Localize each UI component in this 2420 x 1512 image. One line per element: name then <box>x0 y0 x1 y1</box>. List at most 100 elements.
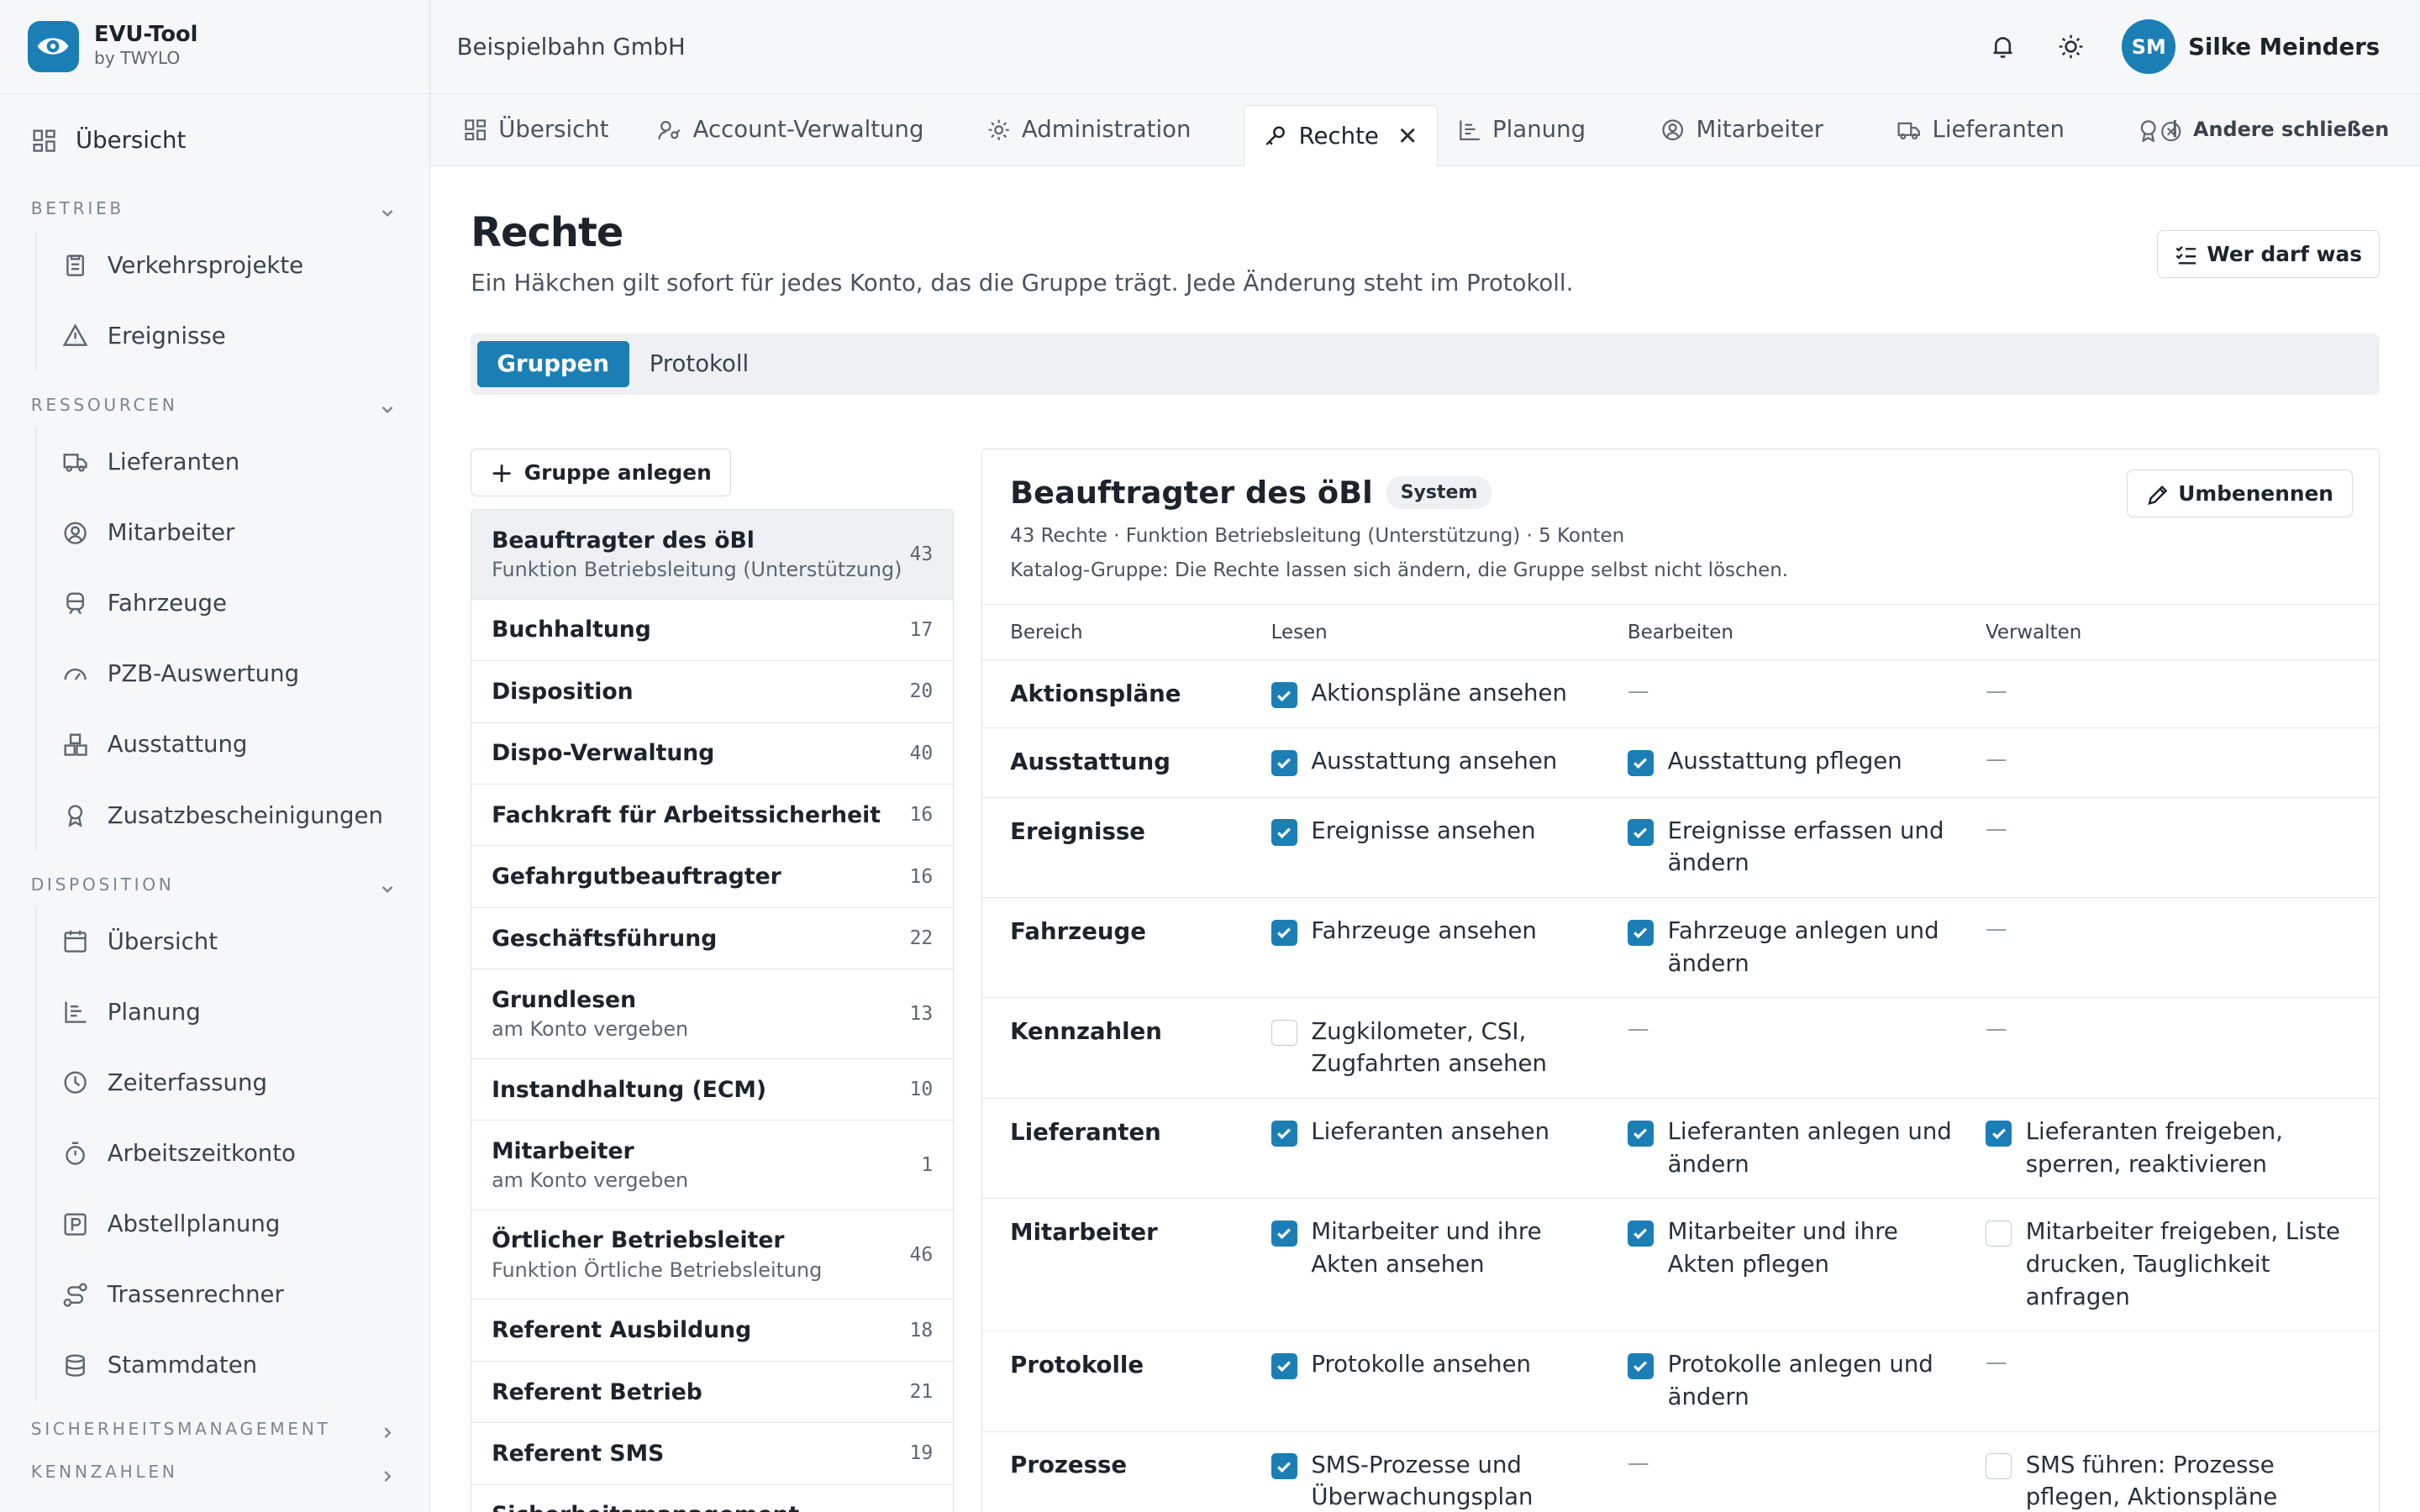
checkbox-checked[interactable] <box>1627 1120 1655 1147</box>
permission-checkbox-label[interactable]: Ausstattung pflegen <box>1627 745 1986 778</box>
sidebar-item-verkehrsprojekte[interactable]: Verkehrsprojekte <box>36 230 429 301</box>
permission-text: SMS führen: Prozesse pflegen, Aktionsplä… <box>2025 1451 2278 1511</box>
sidebar-section-betrieb[interactable]: BETRIEB <box>0 186 429 229</box>
checkbox-checked[interactable] <box>1270 749 1297 776</box>
close-icon[interactable]: ✕ <box>1397 122 1418 150</box>
permission-checkbox-label[interactable]: Mitarbeiter und ihre Akten pflegen <box>1627 1215 1986 1280</box>
sun-icon[interactable] <box>2054 29 2087 63</box>
tab-label: Administration <box>1021 116 1192 144</box>
sidebar-item-ausstattung[interactable]: Ausstattung <box>36 709 429 780</box>
permission-checkbox-label[interactable]: Ereignisse ansehen <box>1270 815 1628 848</box>
sidebar-item-ereignisse[interactable]: Ereignisse <box>36 301 429 371</box>
checkbox-unchecked[interactable] <box>1270 1020 1297 1047</box>
tab-account-verwaltung[interactable]: Account-Verwaltung <box>657 94 923 165</box>
sidebar-item-fahrzeuge[interactable]: Fahrzeuge <box>36 568 429 638</box>
group-list-item[interactable]: Beauftragter des öBl Funktion Betriebslei… <box>471 510 954 600</box>
sidebar-item-planung[interactable]: Planung <box>36 977 429 1047</box>
bell-icon[interactable] <box>1986 29 2019 63</box>
group-list-item[interactable]: Instandhaltung (ECM) 10 <box>471 1058 954 1121</box>
rename-button[interactable]: Umbenennen <box>2126 470 2353 518</box>
sidebar-group: Lieferanten Mitarbeiter Fahrzeuge PZB-Auswe… <box>35 426 429 851</box>
checkbox-unchecked[interactable] <box>1985 1453 2012 1480</box>
group-list-item[interactable]: Fachkraft für Arbeitssicherheit 16 <box>471 784 954 847</box>
permission-checkbox-label[interactable]: Mitarbeiter und ihre Akten ansehen <box>1270 1215 1628 1280</box>
tab-mitarbeiter[interactable]: Mitarbeiter <box>1660 94 1823 165</box>
sidebar-item-zusatzbescheinigungen[interactable]: Zusatzbescheinigungen <box>36 780 429 851</box>
permission-checkbox-label[interactable]: Mitarbeiter freigeben, Liste drucken, Ta… <box>1985 1215 2379 1313</box>
group-list-item[interactable]: Referent SMS 19 <box>471 1423 954 1485</box>
badge-icon <box>62 802 88 828</box>
permission-checkbox-label[interactable]: Lieferanten anlegen und ändern <box>1627 1116 1986 1180</box>
sidebar-item-zeiterfassung[interactable]: Zeiterfassung <box>36 1047 429 1118</box>
segment-gruppen[interactable]: Gruppen <box>476 340 629 387</box>
group-list-item[interactable]: Örtlicher Betriebsleiter Funktion Örtlich… <box>471 1210 954 1300</box>
group-subtitle: am Konto vergeben <box>492 1017 689 1042</box>
checkbox-checked[interactable] <box>1270 1352 1297 1380</box>
checkbox-checked[interactable] <box>1270 919 1297 946</box>
sidebar-item-uebersicht[interactable]: Übersicht <box>0 94 429 186</box>
segment-protokoll[interactable]: Protokoll <box>629 341 769 387</box>
group-list-item[interactable]: Dispo-Verwaltung 40 <box>471 722 954 785</box>
group-list-item[interactable]: Grundlesen am Konto vergeben 13 <box>471 969 954 1059</box>
tab-lieferanten[interactable]: Lieferanten <box>1897 94 2065 165</box>
checkbox-checked[interactable] <box>1270 1220 1297 1247</box>
checkbox-checked[interactable] <box>1627 819 1655 846</box>
group-list-item[interactable]: Referent Betrieb 21 <box>471 1361 954 1424</box>
add-group-button[interactable]: + Gruppe anlegen <box>471 449 731 497</box>
permission-checkbox-label[interactable]: Ereignisse erfassen und ändern <box>1627 815 1986 879</box>
sidebar-section-sicherheitsmanagement[interactable]: SICHERHEITSMANAGEMENT <box>0 1407 429 1450</box>
checkbox-checked[interactable] <box>1627 1220 1655 1247</box>
permission-checkbox-label[interactable]: Fahrzeuge anlegen und ändern <box>1627 915 1986 979</box>
group-list-item[interactable]: Disposition 20 <box>471 661 954 723</box>
sidebar-item-uebersicht[interactable]: Übersicht <box>36 906 429 977</box>
sidebar-item-stammdaten[interactable]: Stammdaten <box>36 1330 429 1400</box>
checkbox-checked[interactable] <box>1270 681 1297 709</box>
avatar[interactable]: SM <box>2122 19 2176 74</box>
tab-uebersicht[interactable]: Übersicht <box>463 94 609 165</box>
group-list-item[interactable]: Buchhaltung 17 <box>471 599 954 662</box>
permission-checkbox-label[interactable]: Aktionspläne ansehen <box>1270 677 1628 710</box>
permission-checkbox-label[interactable]: SMS-Prozesse und Überwachungsplan <box>1270 1449 1628 1512</box>
column-header: Verwalten <box>1985 621 2082 643</box>
group-rights-count: 19 <box>909 1442 934 1465</box>
empty-dash: — <box>1985 1350 2007 1376</box>
tab-administration[interactable]: Administration <box>986 94 1192 165</box>
user-name[interactable]: Silke Meinders <box>2188 34 2380 60</box>
who-can-what-button[interactable]: Wer darf was <box>2156 229 2381 278</box>
group-list-item[interactable]: Gefahrgutbeauftragter 16 <box>471 846 954 908</box>
sidebar-section-kennzahlen[interactable]: KENNZAHLEN <box>0 1450 429 1493</box>
sidebar-section-ressourcen[interactable]: RESSOURCEN <box>0 384 429 427</box>
sidebar-item-arbeitszeitkonto[interactable]: Arbeitszeitkonto <box>36 1118 429 1189</box>
sidebar-item-lieferanten[interactable]: Lieferanten <box>36 427 429 497</box>
permission-checkbox-label[interactable]: Lieferanten ansehen <box>1270 1116 1628 1148</box>
group-list-item[interactable]: Sicherheitsmanagement <box>471 1484 954 1512</box>
group-list-item[interactable]: Mitarbeiter am Konto vergeben 1 <box>471 1121 954 1210</box>
tab-rechte[interactable]: Rechte ✕ <box>1244 104 1438 167</box>
checkbox-checked[interactable] <box>1627 1352 1655 1380</box>
sidebar-item-abstellplanung[interactable]: Abstellplanung <box>36 1189 429 1259</box>
close-others-button[interactable]: Andere schließen <box>2160 94 2389 165</box>
tab-planung[interactable]: Planung <box>1457 94 1586 165</box>
checkbox-checked[interactable] <box>1270 819 1297 846</box>
group-list-item[interactable]: Geschäftsführung 22 <box>471 907 954 970</box>
permission-checkbox-label[interactable]: Protokolle anlegen und ändern <box>1627 1348 1986 1413</box>
permission-checkbox-label[interactable]: Protokolle ansehen <box>1270 1348 1628 1381</box>
sidebar-item-pzb-auswertung[interactable]: PZB-Auswertung <box>36 638 429 709</box>
rights-cell: Lieferanten anlegen und ändern <box>1627 1116 1986 1198</box>
permission-checkbox-label[interactable]: SMS führen: Prozesse pflegen, Aktionsplä… <box>1985 1449 2379 1512</box>
sidebar-item-trassenrechner[interactable]: Trassenrechner <box>36 1259 429 1330</box>
checkbox-checked[interactable] <box>1270 1120 1297 1147</box>
sidebar-section-disposition[interactable]: DISPOSITION <box>0 863 429 906</box>
checkbox-checked[interactable] <box>1985 1120 2012 1147</box>
permission-checkbox-label[interactable]: Zugkilometer, CSI, Zugfahrten ansehen <box>1270 1016 1628 1080</box>
brand[interactable]: EVU-Tool by TWYLO <box>0 0 430 95</box>
checkbox-unchecked[interactable] <box>1985 1220 2012 1247</box>
permission-checkbox-label[interactable]: Fahrzeuge ansehen <box>1270 915 1628 948</box>
checkbox-checked[interactable] <box>1270 1453 1297 1480</box>
group-list-item[interactable]: Referent Ausbildung 18 <box>471 1299 954 1362</box>
permission-checkbox-label[interactable]: Ausstattung ansehen <box>1270 745 1628 778</box>
checkbox-checked[interactable] <box>1627 749 1655 776</box>
checkbox-checked[interactable] <box>1627 919 1655 946</box>
permission-checkbox-label[interactable]: Lieferanten freigeben, sperren, reaktivi… <box>1985 1116 2379 1180</box>
sidebar-item-mitarbeiter[interactable]: Mitarbeiter <box>36 497 429 568</box>
